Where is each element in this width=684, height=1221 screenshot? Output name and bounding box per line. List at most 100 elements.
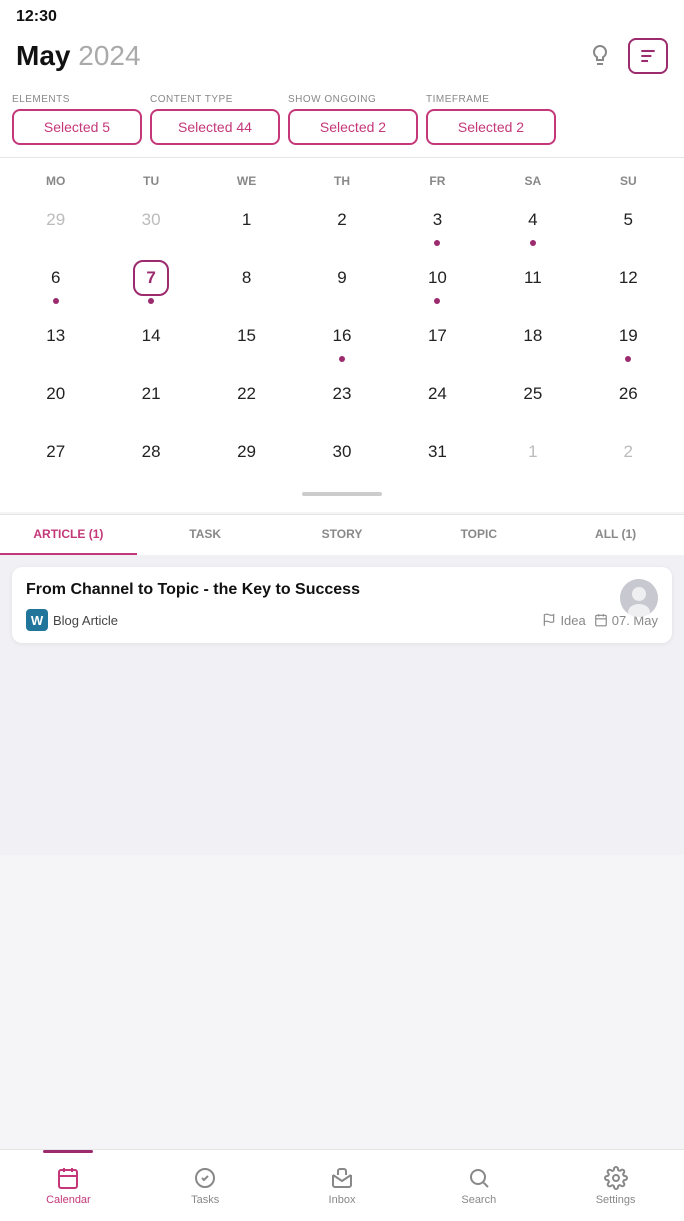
calendar-day[interactable]: 1 xyxy=(485,428,580,484)
filter-button[interactable] xyxy=(628,38,668,74)
day-dot xyxy=(339,298,345,304)
calendar-day[interactable]: 29 xyxy=(199,428,294,484)
day-number: 11 xyxy=(515,260,551,296)
content-tab-topic[interactable]: TOPIC xyxy=(410,515,547,555)
day-number: 27 xyxy=(38,434,74,470)
day-dot xyxy=(530,472,536,478)
month-label: May xyxy=(16,40,70,71)
day-number: 26 xyxy=(610,376,646,412)
nav-search[interactable]: Search xyxy=(410,1150,547,1221)
calendar-day[interactable]: 29 xyxy=(8,196,103,252)
calendar-day[interactable]: 13 xyxy=(8,312,103,368)
day-dot xyxy=(148,472,154,478)
timeframe-filter-group: TIMEFRAME Selected 2 xyxy=(426,94,556,145)
day-number: 9 xyxy=(324,260,360,296)
day-number: 7 xyxy=(133,260,169,296)
elements-filter-chip[interactable]: Selected 5 xyxy=(12,109,142,145)
calendar-day[interactable]: 15 xyxy=(199,312,294,368)
article-card[interactable]: From Channel to Topic - the Key to Succe… xyxy=(12,567,672,643)
timeframe-filter-chip[interactable]: Selected 2 xyxy=(426,109,556,145)
calendar-day[interactable]: 4 xyxy=(485,196,580,252)
avatar-icon xyxy=(620,579,658,617)
weekday-mo: MO xyxy=(8,170,103,192)
day-number: 17 xyxy=(419,318,455,354)
day-number: 2 xyxy=(324,202,360,238)
content-type-filter-chip[interactable]: Selected 44 xyxy=(150,109,280,145)
content-tabs: ARTICLE (1)TASKSTORYTOPICALL (1) xyxy=(0,514,684,555)
day-number: 24 xyxy=(419,376,455,412)
day-dot xyxy=(339,240,345,246)
show-ongoing-filter-chip[interactable]: Selected 2 xyxy=(288,109,418,145)
nav-inbox[interactable]: Inbox xyxy=(274,1150,411,1221)
settings-nav-icon xyxy=(604,1166,628,1190)
calendar-day[interactable]: 22 xyxy=(199,370,294,426)
calendar-day[interactable]: 10 xyxy=(390,254,485,310)
day-dot xyxy=(244,356,250,362)
weekday-we: WE xyxy=(199,170,294,192)
content-tab-story[interactable]: STORY xyxy=(274,515,411,555)
show-ongoing-label: SHOW ONGOING xyxy=(288,94,418,105)
day-number: 12 xyxy=(610,260,646,296)
calendar-day[interactable]: 1 xyxy=(199,196,294,252)
day-dot xyxy=(434,414,440,420)
calendar-day[interactable]: 21 xyxy=(103,370,198,426)
lightbulb-button[interactable] xyxy=(584,39,616,74)
avatar xyxy=(620,579,658,617)
day-number: 23 xyxy=(324,376,360,412)
calendar-day[interactable]: 30 xyxy=(294,428,389,484)
content-tab-article--1-[interactable]: ARTICLE (1) xyxy=(0,515,137,555)
day-number: 4 xyxy=(515,202,551,238)
calendar-day[interactable]: 2 xyxy=(294,196,389,252)
calendar-day[interactable]: 23 xyxy=(294,370,389,426)
calendar-day[interactable]: 18 xyxy=(485,312,580,368)
nav-tasks[interactable]: Tasks xyxy=(137,1150,274,1221)
calendar-day[interactable]: 27 xyxy=(8,428,103,484)
nav-calendar[interactable]: Calendar xyxy=(0,1150,137,1221)
day-dot xyxy=(530,298,536,304)
calendar-day[interactable]: 17 xyxy=(390,312,485,368)
nav-settings-label: Settings xyxy=(596,1194,636,1206)
calendar-day[interactable]: 28 xyxy=(103,428,198,484)
day-dot xyxy=(625,240,631,246)
calendar-day[interactable]: 24 xyxy=(390,370,485,426)
day-dot xyxy=(434,298,440,304)
calendar-day[interactable]: 6 xyxy=(8,254,103,310)
article-title: From Channel to Topic - the Key to Succe… xyxy=(26,581,658,599)
day-number: 18 xyxy=(515,318,551,354)
calendar-day[interactable]: 12 xyxy=(581,254,676,310)
day-number: 13 xyxy=(38,318,74,354)
calendar-day[interactable]: 7 xyxy=(103,254,198,310)
day-number: 3 xyxy=(419,202,455,238)
calendar-section: MO TU WE TH FR SA SU 2930123456789101112… xyxy=(0,158,684,512)
calendar-day[interactable]: 5 xyxy=(581,196,676,252)
calendar-day[interactable]: 20 xyxy=(8,370,103,426)
calendar-day[interactable]: 26 xyxy=(581,370,676,426)
content-tab-task[interactable]: TASK xyxy=(137,515,274,555)
calendar-day[interactable]: 3 xyxy=(390,196,485,252)
filter-row: ELEMENTS Selected 5 CONTENT TYPE Selecte… xyxy=(0,86,684,158)
header-title: May 2024 xyxy=(16,40,141,72)
calendar-day[interactable]: 2 xyxy=(581,428,676,484)
calendar-day[interactable]: 11 xyxy=(485,254,580,310)
calendar-day[interactable]: 8 xyxy=(199,254,294,310)
day-dot xyxy=(53,356,59,362)
day-dot xyxy=(148,414,154,420)
calendar-day[interactable]: 25 xyxy=(485,370,580,426)
day-number: 14 xyxy=(133,318,169,354)
weekday-fr: FR xyxy=(390,170,485,192)
content-type-label: CONTENT TYPE xyxy=(150,94,280,105)
day-dot xyxy=(625,472,631,478)
nav-search-label: Search xyxy=(461,1194,496,1206)
calendar-day[interactable]: 16 xyxy=(294,312,389,368)
tasks-nav-icon xyxy=(193,1166,217,1190)
calendar-day[interactable]: 30 xyxy=(103,196,198,252)
calendar-day[interactable]: 19 xyxy=(581,312,676,368)
calendar-day[interactable]: 9 xyxy=(294,254,389,310)
nav-settings[interactable]: Settings xyxy=(547,1150,684,1221)
calendar-day[interactable]: 31 xyxy=(390,428,485,484)
content-tab-all--1-[interactable]: ALL (1) xyxy=(547,515,684,555)
calendar-day[interactable]: 14 xyxy=(103,312,198,368)
weekday-sa: SA xyxy=(485,170,580,192)
status-bar: 12:30 xyxy=(0,0,684,30)
weekday-th: TH xyxy=(294,170,389,192)
